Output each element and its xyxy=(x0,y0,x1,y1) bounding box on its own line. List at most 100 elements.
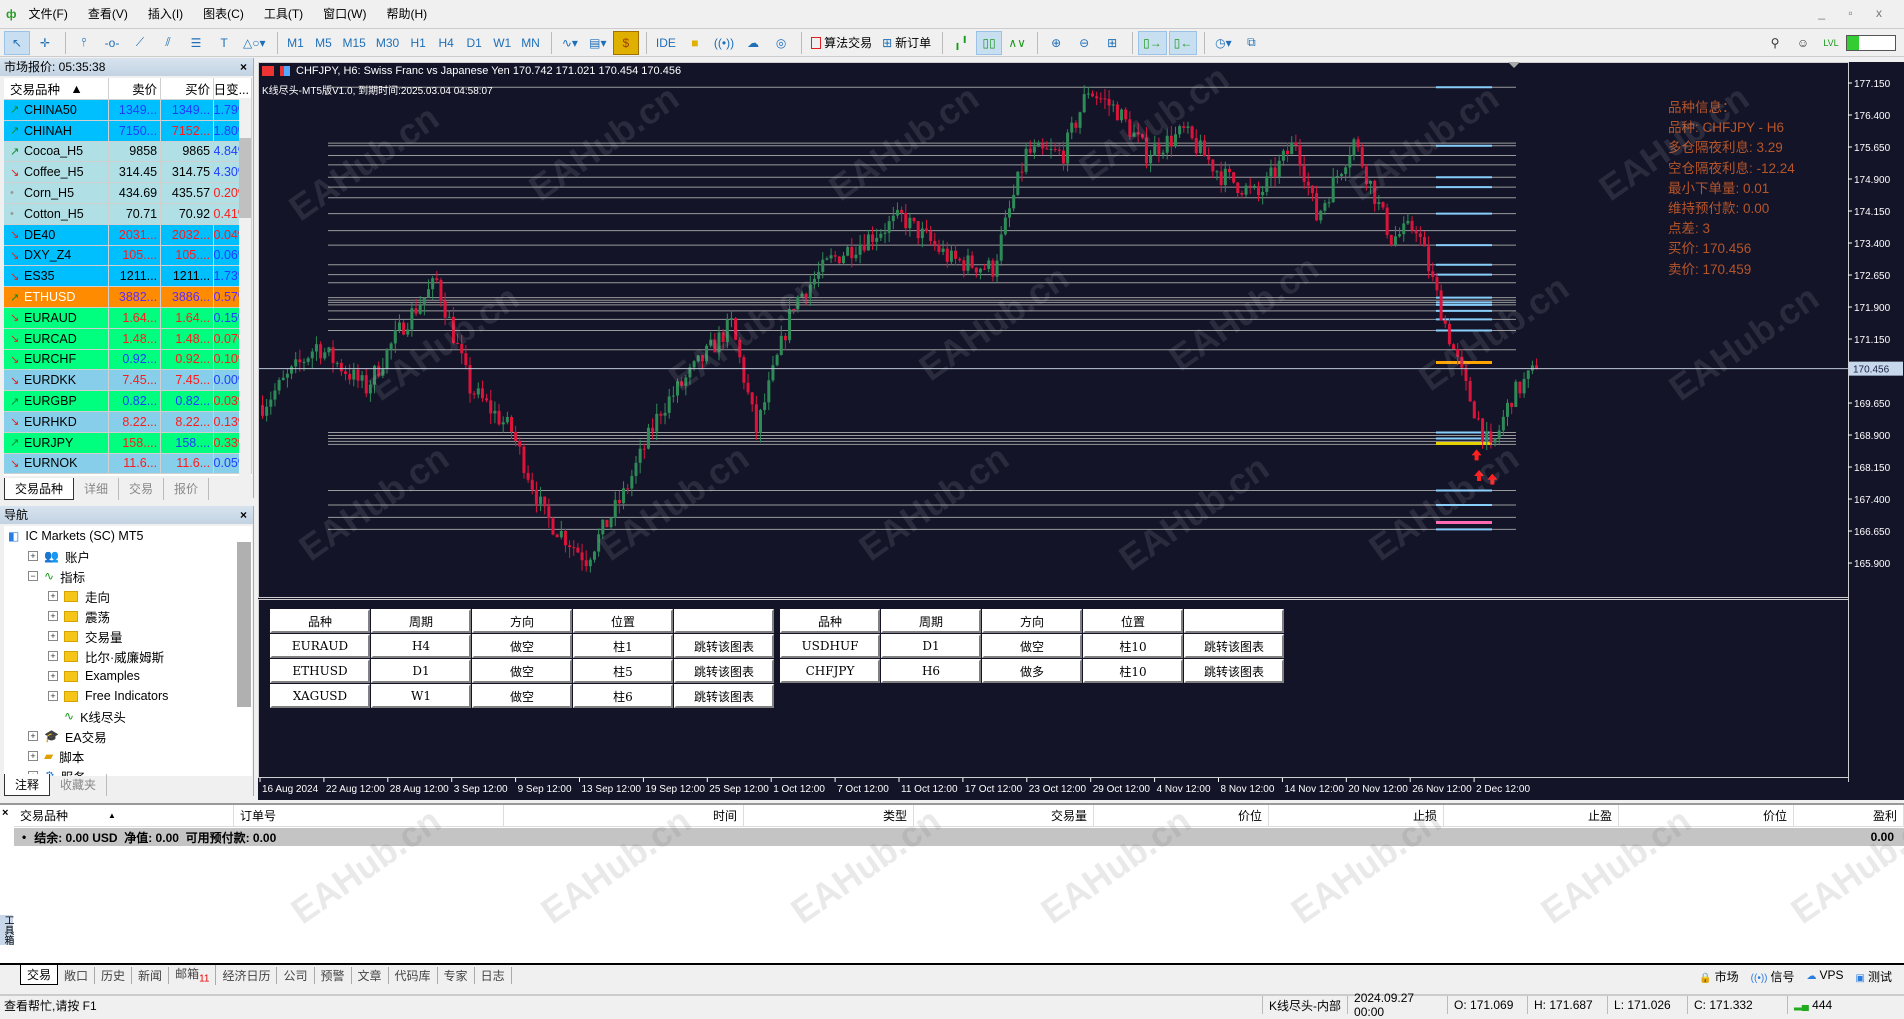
column-header[interactable]: 价位 xyxy=(1619,805,1794,826)
periods-clock-icon[interactable]: ◷▾ xyxy=(1210,31,1236,55)
tile-windows-icon[interactable]: ⊞ xyxy=(1099,31,1125,55)
table-row[interactable]: ↘ DXY_Z4 105.... 105.... 0.06% xyxy=(4,245,252,267)
tab-11[interactable]: 日志 xyxy=(475,966,512,984)
connection-icon[interactable]: ▂▄ 444 xyxy=(1787,996,1838,1014)
zoom-in-icon[interactable]: ⊕ xyxy=(1043,31,1069,55)
tab-4[interactable]: 邮箱11 xyxy=(169,965,217,985)
table-row[interactable]: ↘EURCHF0.92...0.92...-0.10% xyxy=(4,349,252,371)
tab-2[interactable]: 历史 xyxy=(95,966,133,984)
lvl-icon[interactable]: LVL xyxy=(1818,31,1844,55)
column-header[interactable]: 交易品种 ▲ xyxy=(14,805,234,826)
col-bid[interactable]: 卖价 xyxy=(109,78,162,99)
timeframe-M5[interactable]: M5 xyxy=(311,31,337,55)
cursor-icon[interactable]: ↖ xyxy=(4,30,30,55)
chart-menu-icon[interactable] xyxy=(262,66,274,77)
bar-chart-icon[interactable]: ╻╹ xyxy=(948,31,974,55)
menu-item-4[interactable]: 工具(T) xyxy=(264,5,303,22)
toolbox-link-1[interactable]: ((•)) 信号 xyxy=(1751,968,1795,985)
channel-icon[interactable]: ⫽ xyxy=(155,31,181,55)
nav-item[interactable]: + Examples xyxy=(4,666,252,686)
jump-to-chart-button[interactable]: 跳转该图表 xyxy=(1184,634,1284,658)
status-profile[interactable]: K线尽头-内部 xyxy=(1262,996,1347,1014)
nav-item[interactable]: + 走向 xyxy=(4,586,252,606)
close-icon[interactable]: × xyxy=(240,506,247,524)
timeframe-H4[interactable]: H4 xyxy=(433,31,459,55)
timeframe-M15[interactable]: M15 xyxy=(339,31,370,55)
tab-0[interactable]: 交易品种 xyxy=(4,478,75,500)
tab-2[interactable]: 交易 xyxy=(119,478,165,500)
table-row[interactable]: ↘ EURAUD 1.64... 1.64... 0.15% xyxy=(4,307,252,329)
nav-item[interactable]: + 交易量 xyxy=(4,626,252,646)
fibonacci-icon[interactable]: ☰ xyxy=(183,31,209,55)
auto-scroll-icon[interactable]: ▯→ xyxy=(1138,30,1167,55)
expand-icon[interactable]: + xyxy=(48,611,58,621)
toolbox-link-2[interactable]: ☁ VPS xyxy=(1807,968,1844,985)
toolbox-link-0[interactable]: 🔒 市场 xyxy=(1699,968,1738,985)
crosshair-icon[interactable]: ✛ xyxy=(32,31,58,55)
table-row[interactable]: •Corn_H5434.69435.57-0.20% xyxy=(4,183,252,204)
chart-type-icon[interactable]: ∿▾ xyxy=(557,31,583,55)
table-row[interactable]: ↘ Coffee_H5 314.45 314.75 4.30% xyxy=(4,162,252,184)
horizontal-line-icon[interactable]: -o- xyxy=(99,31,125,55)
window-controls[interactable]: _ ▫ x xyxy=(1818,6,1892,20)
tab-1[interactable]: 收藏夹 xyxy=(50,774,108,796)
algo-trading-button[interactable]: 算法交易 xyxy=(807,31,876,55)
chart-save-icon[interactable] xyxy=(280,66,290,77)
column-header[interactable]: 类型 xyxy=(744,805,914,826)
table-row[interactable]: ↗EURGBP0.82...0.82...-0.03% xyxy=(4,391,252,412)
jump-to-chart-button[interactable]: 跳转该图表 xyxy=(674,659,774,683)
timeframe-H1[interactable]: H1 xyxy=(405,31,431,55)
column-header[interactable]: 价位 xyxy=(1094,805,1269,826)
search-icon[interactable]: ⚲ xyxy=(1762,31,1788,55)
column-header[interactable]: 交易量 xyxy=(914,805,1094,826)
shapes-icon[interactable]: △○▾ xyxy=(239,31,270,55)
dollar-icon[interactable]: $ xyxy=(612,30,639,55)
line-chart-icon[interactable]: ∧∨ xyxy=(1004,31,1030,55)
col-change[interactable]: 日变... xyxy=(214,78,252,99)
table-row[interactable]: ↗ CHINA50 1349... 1349... 1.79% xyxy=(4,100,252,121)
column-header[interactable]: 订单号 xyxy=(234,805,504,826)
table-row[interactable]: •Cotton_H570.7170.92-0.41% xyxy=(4,203,252,225)
ide-button[interactable]: IDE xyxy=(652,31,680,55)
scrollbar[interactable] xyxy=(237,542,251,707)
account-summary-row[interactable]: • 结余: 0.00 USD 净值: 0.00 可用预付款: 0.00 0.00 xyxy=(14,828,1904,846)
table-row[interactable]: ↘EURCAD1.48...1.48...-0.07% xyxy=(4,328,252,350)
menu-item-5[interactable]: 窗口(W) xyxy=(323,5,366,22)
close-icon[interactable]: × xyxy=(2,807,8,819)
jump-to-chart-button[interactable]: 跳转该图表 xyxy=(674,684,774,708)
timeframe-M30[interactable]: M30 xyxy=(372,31,403,55)
column-header[interactable]: 止盈 xyxy=(1444,805,1619,826)
screenshot-icon[interactable]: ⧉ xyxy=(1238,31,1264,55)
zoom-out-icon[interactable]: ⊖ xyxy=(1071,31,1097,55)
indicators-icon[interactable]: ▤▾ xyxy=(585,31,611,55)
menu-item-6[interactable]: 帮助(H) xyxy=(386,5,427,22)
tab-10[interactable]: 专家 xyxy=(438,966,475,984)
expand-icon[interactable]: + xyxy=(28,751,38,761)
table-row[interactable]: ↗ CHINAH 7150... 7152... 1.80% xyxy=(4,120,252,142)
col-symbol[interactable]: 交易品种 ▲ xyxy=(4,78,110,99)
tab-0[interactable]: 交易 xyxy=(20,965,59,985)
fingerprint-icon[interactable]: ◎ xyxy=(768,31,794,55)
tab-5[interactable]: 经济日历 xyxy=(216,966,278,984)
toolbox-link-3[interactable]: ▣ 测试 xyxy=(1856,968,1892,985)
market-bag-icon[interactable]: ■ xyxy=(682,31,708,55)
expand-icon[interactable]: + xyxy=(48,651,58,661)
vps-cloud-icon[interactable]: ☁ xyxy=(740,31,766,55)
tab-9[interactable]: 代码库 xyxy=(389,966,438,984)
nav-item[interactable]: + Free Indicators xyxy=(4,686,252,706)
menu-item-0[interactable]: 文件(F) xyxy=(29,5,68,22)
menu-item-2[interactable]: 插入(I) xyxy=(148,5,183,22)
tab-1[interactable]: 详细 xyxy=(74,478,120,500)
signals-icon[interactable]: ((•)) xyxy=(710,31,738,55)
tab-1[interactable]: 敞口 xyxy=(58,966,96,984)
table-row[interactable]: ↗ ETHUSD 3882... 3886... 0.57% xyxy=(4,287,252,308)
nav-item[interactable]: + 🎓 EA交易 xyxy=(4,726,252,746)
timeframe-D1[interactable]: D1 xyxy=(461,31,487,55)
candlestick-icon[interactable]: ▯▯ xyxy=(976,30,1003,55)
col-ask[interactable]: 买价 xyxy=(161,78,215,99)
trendline-icon[interactable]: ⟋ xyxy=(127,31,153,55)
menu-item-3[interactable]: 图表(C) xyxy=(203,5,244,22)
collapse-icon[interactable]: − xyxy=(28,571,38,581)
tab-3[interactable]: 新闻 xyxy=(132,966,170,984)
timeframe-MN[interactable]: MN xyxy=(517,31,544,55)
